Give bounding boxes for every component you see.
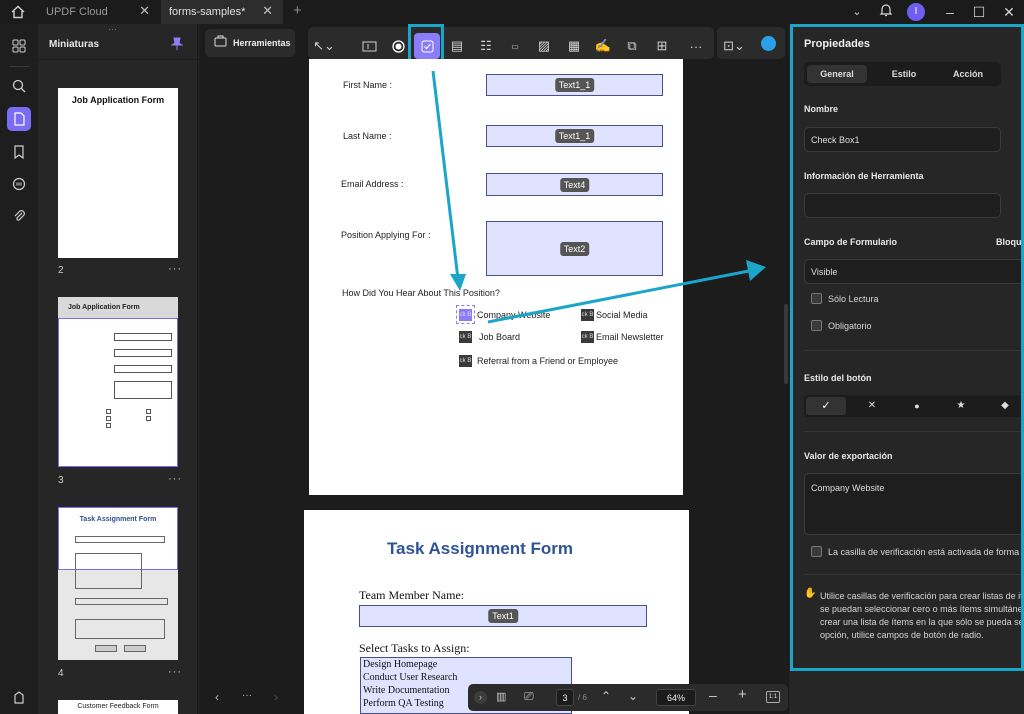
layers-icon[interactable]	[7, 686, 31, 710]
thumb-button	[124, 645, 146, 652]
avatar[interactable]: I	[907, 3, 925, 21]
attachment-icon[interactable]	[7, 204, 31, 228]
thumbnail-page-4[interactable]: Task Assignment Form	[58, 507, 178, 660]
reading-mode-icon[interactable]: ▥	[496, 690, 506, 703]
home-icon[interactable]	[10, 4, 26, 20]
thumb-field	[114, 349, 172, 357]
thumbnail-heading: Task Assignment Form	[79, 516, 157, 523]
thumb-list	[75, 553, 142, 589]
annotation-arrows	[431, 70, 766, 324]
document-workspace: Herramientas ↖⌄ ▤ ☷ ▭ ▨ ▦ ✍ ⧉ ⊞ ··· ⊡⌄ F…	[199, 24, 789, 714]
pin-icon[interactable]	[170, 37, 184, 51]
thumb-field	[114, 381, 172, 399]
thumbnail-page-2[interactable]: Job Application Form	[58, 88, 178, 258]
next-page-icon[interactable]: ⌄	[628, 689, 638, 703]
close-icon[interactable]: ✕	[262, 3, 273, 19]
actual-size-icon[interactable]: 1:1	[766, 691, 780, 703]
zoom-in-icon[interactable]: +	[738, 686, 747, 703]
thumb-checkbox	[146, 409, 151, 414]
previous-page-icon[interactable]: ⌃	[601, 689, 611, 703]
arrow-line	[487, 268, 755, 324]
pages-icon[interactable]	[7, 107, 31, 131]
thumbnail-page-5[interactable]: Customer Feedback Form	[58, 700, 178, 714]
tab-forms-samples[interactable]: forms-samples* ✕	[161, 0, 283, 24]
collapse-icon[interactable]: ›	[474, 691, 487, 704]
page-number: 2	[58, 265, 64, 276]
thumb-checkbox	[146, 416, 151, 421]
comment-icon[interactable]	[7, 172, 31, 196]
more-icon[interactable]: ···	[242, 690, 252, 701]
panel-title: Miniaturas	[49, 39, 100, 50]
thumb-checkbox	[106, 423, 111, 428]
page-nav-bar: › ▥ ⎚ 3 / 6 ⌃ ⌄ 64% – + 1:1	[468, 684, 788, 711]
minimize-icon[interactable]: –	[940, 2, 960, 22]
new-tab-icon[interactable]: +	[293, 2, 302, 19]
vertical-scrollbar[interactable]	[784, 304, 788, 384]
arrow-head	[450, 274, 466, 291]
thumbnail-heading: Customer Feedback Form	[77, 703, 159, 710]
left-rail	[0, 24, 38, 714]
bookmark-icon[interactable]	[7, 140, 31, 164]
highlight-frame	[790, 24, 1024, 671]
arrow-head	[746, 260, 766, 281]
drag-handle[interactable]: ···	[108, 24, 124, 34]
chevron-down-icon[interactable]: ⌄	[847, 2, 867, 22]
tab-label: forms-samples*	[169, 6, 246, 18]
more-icon[interactable]: ···	[168, 263, 182, 275]
page-total: / 6	[578, 693, 587, 702]
thumbnail-heading: Job Application Form	[71, 95, 165, 105]
zoom-input[interactable]: 64%	[656, 689, 696, 706]
presentation-icon[interactable]: ⎚	[524, 689, 534, 704]
app-window: UPDF Cloud ✕ forms-samples* ✕ + ⌄ I – ☐ …	[0, 0, 1024, 714]
tab-label: UPDF Cloud	[46, 6, 108, 18]
scroll-right-icon[interactable]: ›	[274, 690, 278, 704]
tab-bar: UPDF Cloud ✕ forms-samples* ✕ + ⌄ I – ☐ …	[0, 0, 1024, 24]
bell-icon[interactable]	[876, 2, 896, 22]
maximize-icon[interactable]: ☐	[969, 2, 989, 22]
thumb-field	[75, 619, 165, 639]
close-icon[interactable]: ✕	[139, 3, 150, 19]
properties-panel: Propiedades General Estilo Acción Nombre…	[790, 24, 1024, 714]
search-icon[interactable]	[7, 74, 31, 98]
page-number: 3	[58, 475, 64, 486]
page-number: 4	[58, 668, 64, 679]
more-icon[interactable]: ···	[168, 473, 182, 485]
thumb-checkbox	[106, 416, 111, 421]
page-number-input[interactable]: 3	[556, 689, 574, 706]
divider	[38, 59, 198, 60]
zoom-out-icon[interactable]: –	[709, 687, 717, 703]
more-icon[interactable]: ···	[168, 666, 182, 678]
close-window-icon[interactable]: ✕	[999, 2, 1019, 22]
thumb-field	[75, 598, 168, 605]
thumb-checkbox	[106, 409, 111, 414]
thumb-field	[75, 536, 165, 543]
thumbnails-panel: ··· Miniaturas Job Application Form 2 ··…	[38, 24, 198, 714]
thumbnail-page-3[interactable]: Job Application Form	[58, 297, 178, 467]
tab-updf-cloud[interactable]: UPDF Cloud ✕	[38, 0, 160, 24]
arrow-line	[431, 70, 460, 280]
grid-icon[interactable]	[7, 34, 31, 58]
scroll-left-icon[interactable]: ‹	[215, 690, 219, 704]
divider	[9, 66, 29, 67]
thumb-field	[114, 333, 172, 341]
thumb-field	[114, 365, 172, 373]
thumb-button	[95, 645, 117, 652]
thumbnail-heading: Job Application Form	[68, 304, 140, 311]
